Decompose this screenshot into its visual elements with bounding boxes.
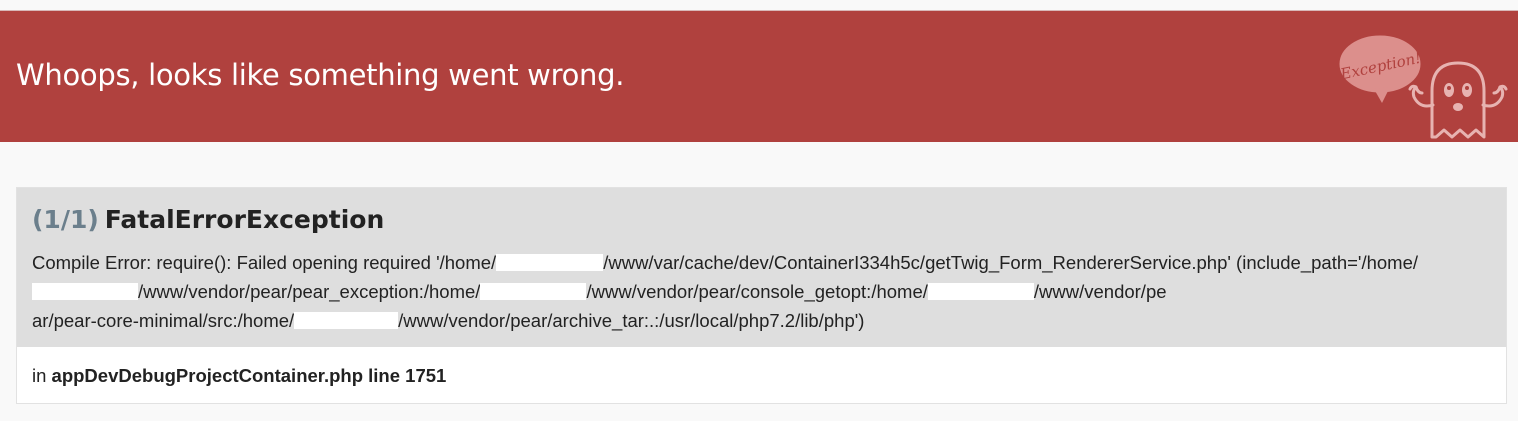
- message-part: /www/vendor/pe: [1033, 281, 1167, 302]
- error-header: Whoops, looks like something went wrong.…: [0, 11, 1518, 142]
- redacted-username: [496, 254, 604, 271]
- location-file: appDevDebugProjectContainer.php line 175…: [51, 365, 447, 386]
- top-strip: [0, 0, 1518, 11]
- exception-header: (1/1) FatalErrorException Compile Error: …: [17, 188, 1506, 347]
- message-part: /www/vendor/pear/console_getopt:/home/: [586, 281, 928, 302]
- location-prefix: in: [32, 365, 47, 386]
- exception-ghost-icon: Exception!: [1338, 35, 1508, 139]
- message-part: /www/var/cache/dev/ContainerI334h5c/getT…: [603, 252, 1419, 273]
- page-title: Whoops, looks like something went wrong.: [16, 58, 625, 92]
- message-part: /www/vendor/pear/pear_exception:/home/: [138, 281, 481, 302]
- redacted-username: [927, 283, 1034, 300]
- redacted-username: [32, 283, 138, 300]
- exception-class: FatalErrorException: [104, 205, 385, 234]
- message-part: ar/pear-core-minimal/src:/home/: [32, 310, 295, 331]
- exception-panel: (1/1) FatalErrorException Compile Error: …: [16, 187, 1507, 404]
- exception-message: Compile Error: require(): Failed opening…: [32, 248, 1494, 335]
- message-part: /www/vendor/pear/archive_tar:.:/usr/loca…: [398, 310, 865, 331]
- message-part: Compile Error: require(): Failed opening…: [32, 252, 497, 273]
- redacted-username: [294, 312, 399, 329]
- exception-counter: (1/1): [32, 205, 99, 234]
- redacted-username: [480, 283, 587, 300]
- exception-title: (1/1) FatalErrorException: [32, 205, 384, 234]
- exception-location: in appDevDebugProjectContainer.php line …: [32, 365, 446, 387]
